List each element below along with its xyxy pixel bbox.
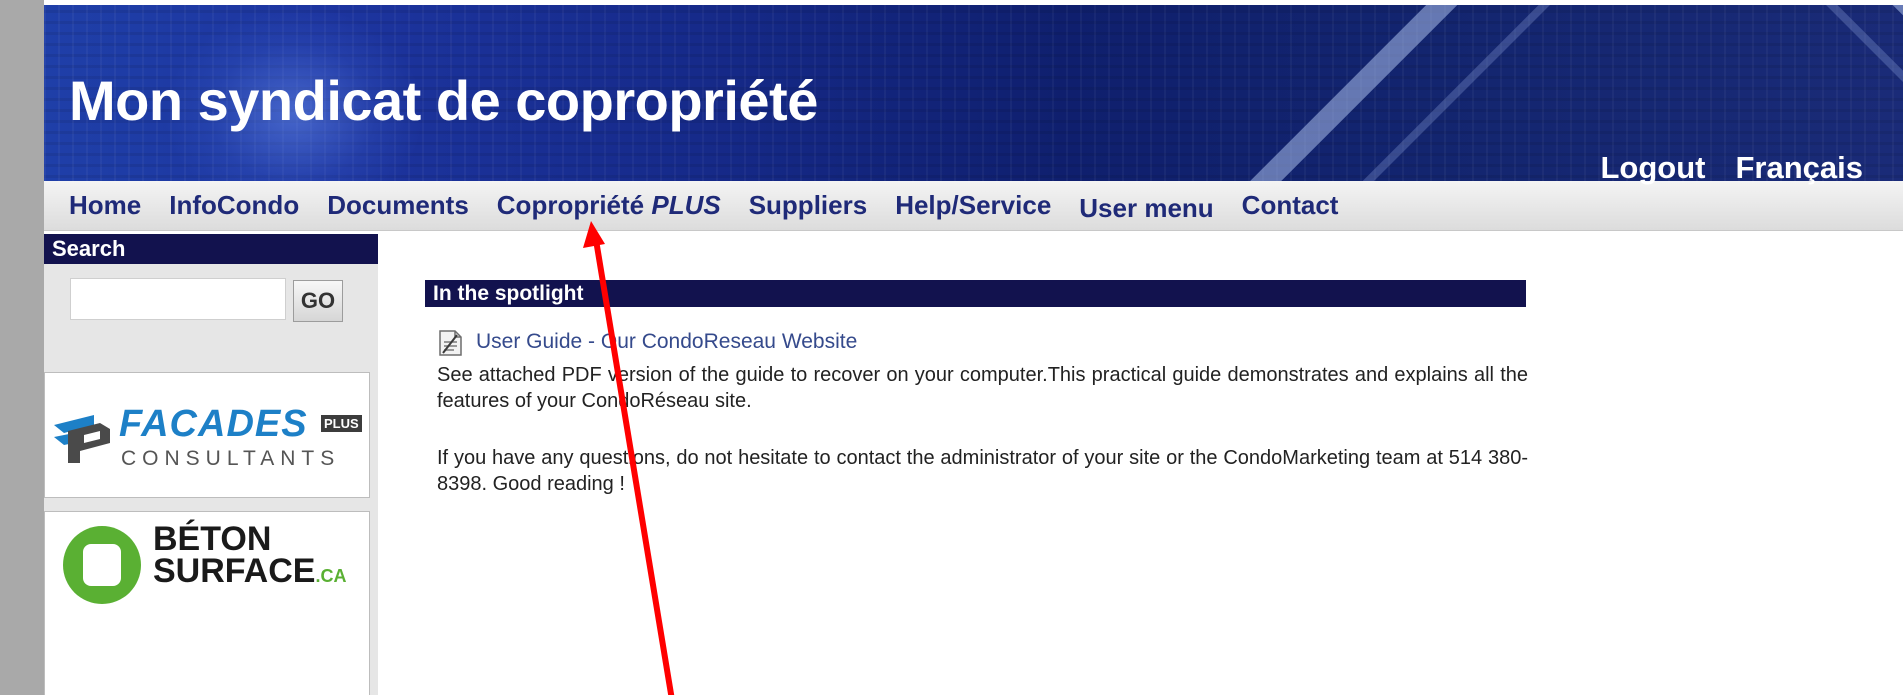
beton-logo-icon	[63, 526, 141, 604]
language-link[interactable]: Français	[1735, 150, 1863, 186]
ad-facades-subtitle: CONSULTANTS	[121, 447, 341, 470]
search-input[interactable]	[70, 278, 286, 320]
facades-logo-icon	[54, 415, 110, 463]
nav-copropriete-label: Copropriété	[496, 190, 645, 220]
search-section-title: Search	[44, 234, 378, 264]
nav-infocondo[interactable]: InfoCondo	[169, 190, 299, 220]
nav-suppliers[interactable]: Suppliers	[749, 190, 867, 220]
top-links: Logout Français	[1600, 150, 1863, 186]
guide-description: See attached PDF version of the guide to…	[437, 364, 1528, 412]
nav-help-service[interactable]: Help/Service	[895, 190, 1051, 220]
ad-beton-surface[interactable]: BÉTON SURFACE.CA	[44, 511, 370, 695]
spotlight-title: In the spotlight	[425, 280, 1526, 307]
nav-documents[interactable]: Documents	[327, 190, 469, 220]
nav-copropriete-plus[interactable]: Copropriété PLUS	[497, 190, 721, 220]
nav-user-menu[interactable]: User menu	[1079, 193, 1213, 223]
user-guide-link[interactable]: User Guide - Our CondoReseau Website	[476, 330, 857, 354]
nav-home[interactable]: Home	[69, 190, 141, 220]
ad-beton-line2-wrap: SURFACE.CA	[153, 552, 346, 591]
logout-link[interactable]: Logout	[1600, 150, 1705, 186]
ad-facades-plus[interactable]: FACADES PLUS CONSULTANTS	[44, 372, 370, 498]
ad-beton-suffix: .CA	[315, 566, 347, 586]
ad-facades-badge: PLUS	[321, 415, 362, 432]
ad-facades-brand: FACADES	[119, 403, 308, 445]
contact-paragraph: If you have any questions, do not hesita…	[437, 447, 1528, 495]
beton-logo-inner	[83, 544, 121, 586]
document-icon	[439, 330, 462, 356]
main-nav: Home InfoCondo Documents Copropriété PLU…	[44, 181, 1903, 231]
left-border-strip	[0, 0, 44, 695]
ad-beton-line2: SURFACE	[153, 552, 316, 590]
site-title: Mon syndicat de copropriété	[69, 69, 818, 132]
nav-plus-suffix: PLUS	[651, 190, 721, 220]
nav-contact[interactable]: Contact	[1242, 190, 1339, 220]
go-button[interactable]: GO	[293, 280, 343, 322]
